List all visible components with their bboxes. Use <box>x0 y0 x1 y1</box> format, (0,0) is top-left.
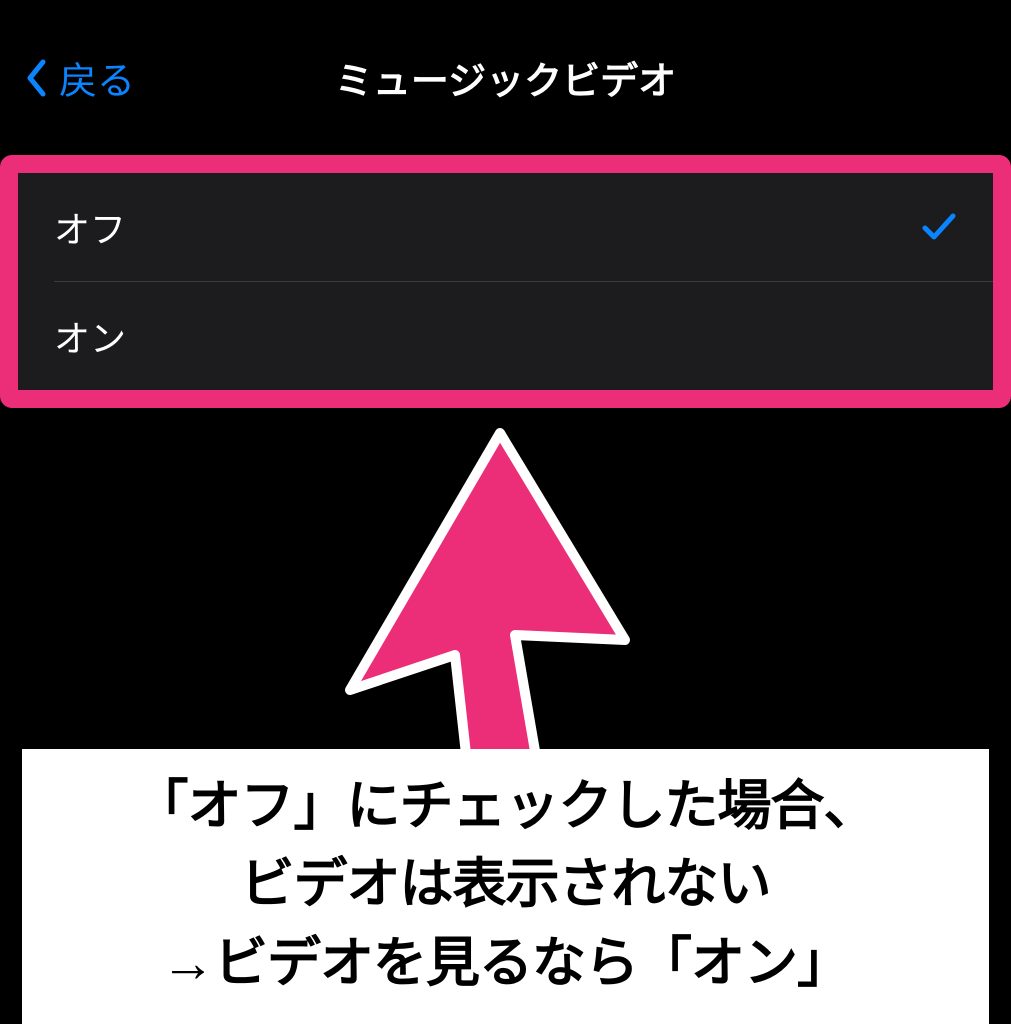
cursor-arrow-icon <box>340 420 640 800</box>
caption-line-2: ビデオは表示されない <box>34 845 977 923</box>
option-off-label: オフ <box>54 201 126 253</box>
back-button[interactable]: 戻る <box>25 50 135 105</box>
option-on-label: オン <box>54 310 126 362</box>
back-label: 戻る <box>59 50 135 105</box>
options-highlight-box: オフ オン <box>0 155 1011 408</box>
nav-bar: 戻る ミュージックビデオ <box>0 0 1011 135</box>
caption-line-3: →ビデオを見るなら「オン」 <box>34 924 977 1002</box>
chevron-left-icon <box>25 59 47 97</box>
caption-line-1: 「オフ」にチェックした場合、 <box>34 767 977 845</box>
page-title: ミュージックビデオ <box>20 50 991 105</box>
option-on-row[interactable]: オン <box>18 282 993 390</box>
caption-box: 「オフ」にチェックした場合、 ビデオは表示されない →ビデオを見るなら「オン」 <box>22 749 989 1024</box>
option-off-row[interactable]: オフ <box>18 173 993 281</box>
checkmark-icon <box>921 209 957 245</box>
